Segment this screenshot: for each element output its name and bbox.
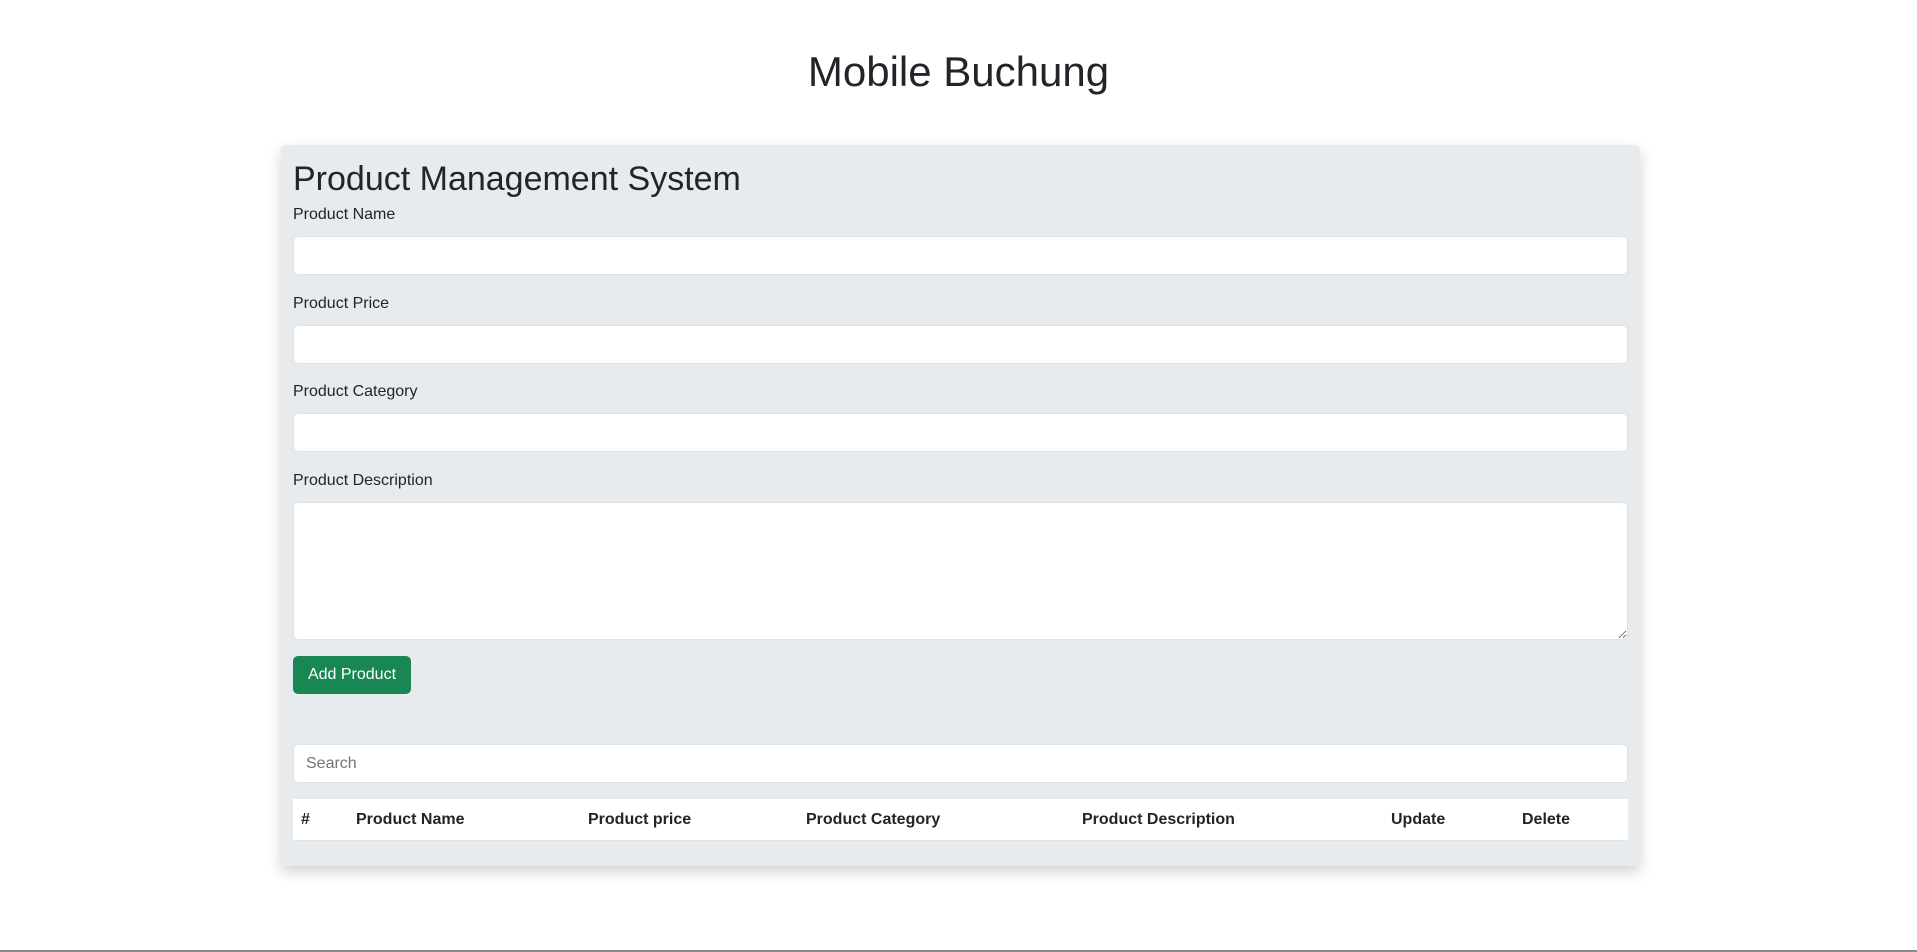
add-product-button[interactable]: Add Product (293, 656, 411, 694)
column-header-product-description: Product Description (1074, 799, 1383, 841)
column-header-index: # (293, 799, 348, 841)
column-header-delete: Delete (1514, 799, 1628, 841)
product-table-header: # Product Name Product price Product Cat… (293, 799, 1628, 841)
product-name-input[interactable] (293, 236, 1628, 275)
column-header-product-name: Product Name (348, 799, 580, 841)
product-description-textarea[interactable] (293, 502, 1628, 640)
product-table: # Product Name Product price Product Cat… (293, 799, 1628, 841)
product-name-label: Product Name (293, 206, 396, 223)
column-header-product-category: Product Category (798, 799, 1074, 841)
product-price-input[interactable] (293, 325, 1628, 364)
product-category-label: Product Category (293, 383, 418, 400)
search-input[interactable] (293, 744, 1628, 783)
table-header-row: # Product Name Product price Product Cat… (293, 799, 1628, 841)
product-category-input[interactable] (293, 413, 1628, 452)
column-header-product-price: Product price (580, 799, 798, 841)
product-price-label: Product Price (293, 295, 390, 312)
product-description-label: Product Description (293, 472, 433, 489)
page-title: Mobile Buchung (807, 48, 1110, 95)
card-title: Product Management System (293, 160, 741, 198)
page: Mobile Buchung Product Management System… (0, 0, 1917, 952)
product-management-card: Product Management System Product Name P… (281, 145, 1640, 866)
column-header-update: Update (1383, 799, 1514, 841)
